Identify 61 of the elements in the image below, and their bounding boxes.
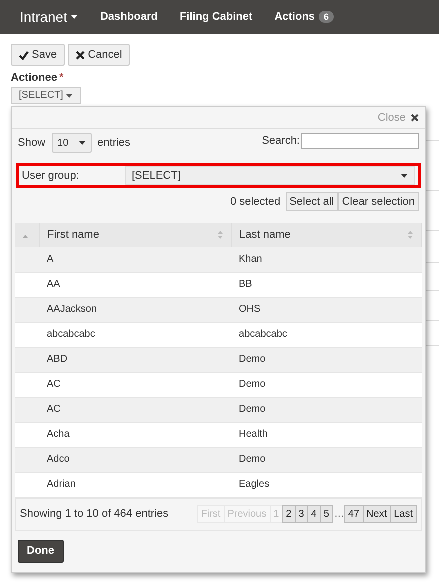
- required-mark: *: [59, 72, 64, 84]
- sort-icon: [408, 231, 413, 239]
- table-cell: AA: [39, 272, 232, 297]
- sort-icon: [218, 231, 223, 239]
- page-button[interactable]: 5: [320, 505, 334, 523]
- sort-up-icon: [23, 235, 28, 238]
- entries-info: Showing 1 to 10 of 464 entries: [20, 508, 169, 520]
- table-cell: Adrian: [39, 472, 232, 497]
- search-field[interactable]: [301, 133, 419, 149]
- table-cell: Health: [231, 422, 422, 447]
- table-cell: AC: [39, 372, 232, 397]
- done-button[interactable]: Done: [18, 540, 64, 562]
- page-button[interactable]: Last: [390, 505, 417, 523]
- brand-menu[interactable]: Intranet: [20, 9, 78, 25]
- nav-link[interactable]: Dashboard: [100, 11, 158, 23]
- select-dropdown[interactable]: [SELECT]: [11, 87, 82, 104]
- table-cell: Demo: [231, 372, 422, 397]
- caret-icon: [401, 174, 408, 178]
- table-cell: Eagles: [231, 472, 422, 497]
- user-group-select[interactable]: [SELECT]: [125, 166, 415, 185]
- table-cell: Adco: [39, 447, 232, 472]
- user-group-label: User group:: [22, 170, 80, 182]
- table-cell: OHS: [231, 297, 422, 322]
- table-cell: Acha: [39, 422, 232, 447]
- table-cell: abcabcabc: [39, 322, 232, 347]
- table-cell: AC: [39, 397, 232, 422]
- table-cell: AAJackson: [39, 297, 232, 322]
- caret-icon: [66, 94, 74, 98]
- table-cell: BB: [231, 272, 422, 297]
- select-all-button[interactable]: Select all: [286, 192, 338, 211]
- ellipsis: …: [333, 508, 346, 520]
- entries-select[interactable]: 10: [52, 133, 92, 153]
- table-cell: ABD: [39, 347, 232, 372]
- check-icon: [19, 50, 29, 60]
- table-cell: Khan: [231, 247, 422, 272]
- table-cell: abcabcabc: [231, 322, 422, 347]
- nav-link[interactable]: Filing Cabinet: [180, 11, 253, 23]
- nav-link[interactable]: Actions 6: [274, 11, 334, 23]
- table-cell: Demo: [231, 347, 422, 372]
- cancel-button[interactable]: Cancel: [68, 44, 130, 66]
- page-button[interactable]: 2: [282, 505, 296, 523]
- table-cell: A: [39, 247, 232, 272]
- count-badge: 6: [319, 11, 334, 23]
- entries-label: entries: [98, 137, 131, 149]
- search-label: Search:: [262, 135, 300, 147]
- table-cell: Demo: [231, 447, 422, 472]
- caret-icon: [78, 141, 86, 145]
- page-button[interactable]: Next: [362, 505, 392, 523]
- close-icon: [411, 114, 419, 122]
- column-header[interactable]: Last name: [231, 223, 422, 247]
- caret-icon: [71, 15, 78, 19]
- show-label: Show: [18, 137, 46, 149]
- field-label: Actionee: [11, 72, 58, 84]
- page-button[interactable]: 4: [307, 505, 321, 523]
- selected-count: 0 selected: [230, 196, 281, 208]
- page-button[interactable]: 47: [344, 505, 364, 523]
- column-header[interactable]: First name: [39, 223, 232, 247]
- table-cell: Demo: [231, 397, 422, 422]
- save-button[interactable]: Save: [11, 44, 66, 66]
- clear-selection-button[interactable]: Clear selection: [338, 192, 419, 211]
- close-icon: [76, 50, 86, 60]
